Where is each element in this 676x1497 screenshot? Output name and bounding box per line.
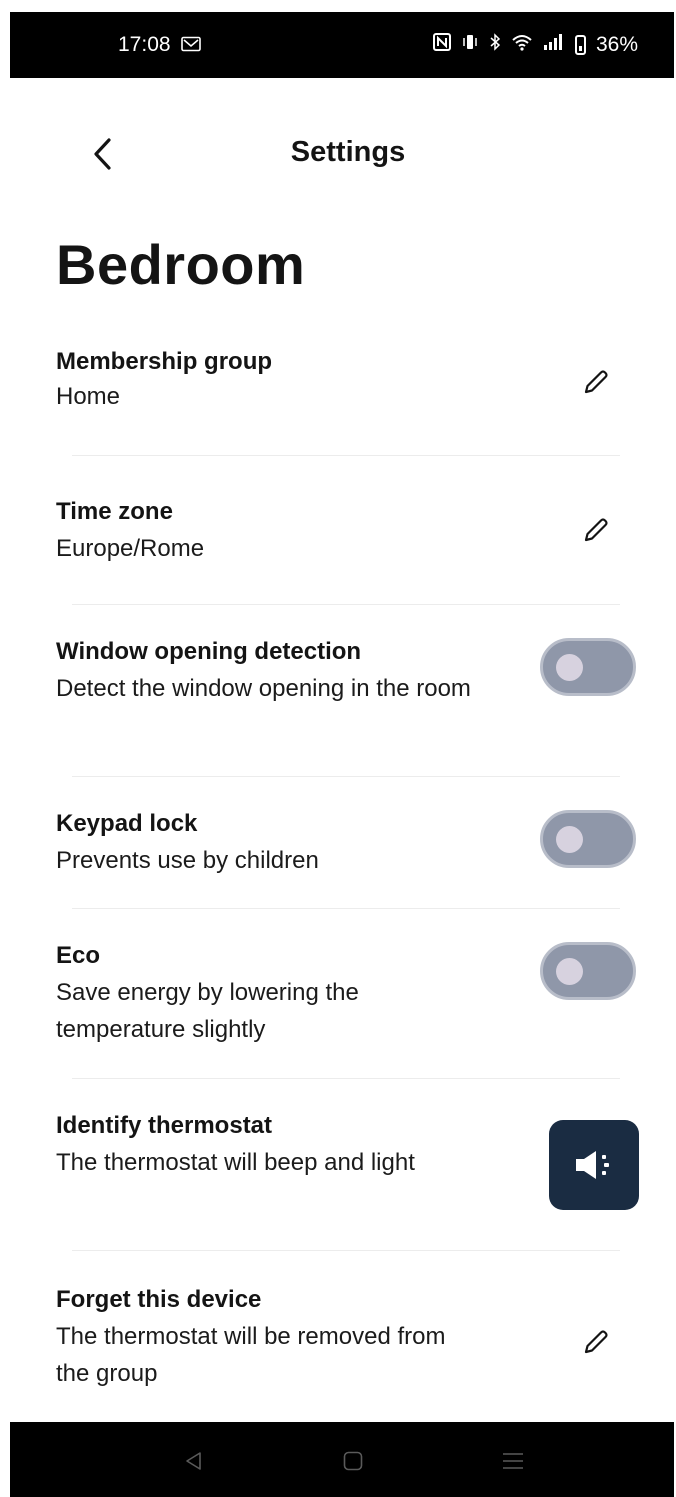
nav-home-button[interactable] [333,1444,373,1478]
nfc-icon [432,33,451,57]
toggle-knob [556,826,583,853]
speaker-icon [576,1151,609,1179]
pencil-icon [584,1330,608,1354]
setting-window-detection: Window opening detection Detect the wind… [0,604,676,776]
setting-description: The thermostat will be removed from the … [56,1323,446,1387]
nav-menu-button[interactable] [493,1444,533,1478]
menu-lines-icon [503,1453,523,1469]
setting-label: Forget this device [56,1286,262,1313]
setting-label: Identify thermostat [56,1112,273,1139]
status-bar: 17:08 36% [10,12,674,78]
back-triangle-icon [186,1452,201,1470]
pencil-icon [584,518,608,542]
battery-icon [574,35,586,55]
setting-time-zone[interactable]: Time zone Europe/Rome [0,456,676,604]
setting-label: Window opening detection [56,638,362,665]
eco-toggle[interactable] [540,942,636,1000]
bluetooth-icon [489,33,501,57]
app-header: Settings [0,118,676,190]
setting-value: Home [56,383,121,410]
setting-description: The thermostat will beep and light [56,1149,415,1176]
setting-value: Europe/Rome [56,535,205,562]
system-nav-bar [10,1422,674,1497]
page-title: Bedroom [56,233,306,296]
setting-description: Save energy by lowering the temperature … [56,979,359,1043]
signal-icon [543,33,565,57]
toggle-knob [556,958,583,985]
setting-label: Keypad lock [56,810,198,837]
setting-eco: Eco Save energy by lowering the temperat… [0,908,676,1078]
status-bar-right: 36% [432,33,638,57]
setting-label: Eco [56,942,101,969]
keypad-lock-toggle[interactable] [540,810,636,868]
setting-membership-group[interactable]: Membership group Home [0,336,676,456]
forget-device-button[interactable] [574,1320,618,1364]
settings-list: Membership group Home Time zone Europe/R… [0,336,676,1422]
toggle-knob [556,654,583,681]
setting-description: Detect the window opening in the room [56,675,471,702]
mail-icon [180,36,201,55]
setting-keypad-lock: Keypad lock Prevents use by children [0,776,676,908]
header-title: Settings [290,136,406,168]
setting-label: Time zone [56,498,173,525]
battery-percent: 36% [595,33,638,56]
home-square-icon [343,1451,363,1471]
setting-description: Prevents use by children [56,847,319,874]
identify-thermostat-button[interactable] [549,1120,639,1210]
status-bar-left: 17:08 [118,33,201,57]
edit-membership-button[interactable] [574,360,618,404]
setting-label: Membership group [56,348,273,375]
setting-forget-device[interactable]: Forget this device The thermostat will b… [0,1250,676,1422]
nav-back-button[interactable] [174,1444,214,1478]
edit-time-zone-button[interactable] [574,508,618,552]
wifi-icon [511,33,533,57]
vibrate-icon [461,33,479,57]
pencil-icon [584,370,608,394]
setting-identify-thermostat: Identify thermostat The thermostat will … [0,1078,676,1250]
status-time: 17:08 [118,33,171,56]
window-detection-toggle[interactable] [540,638,636,696]
